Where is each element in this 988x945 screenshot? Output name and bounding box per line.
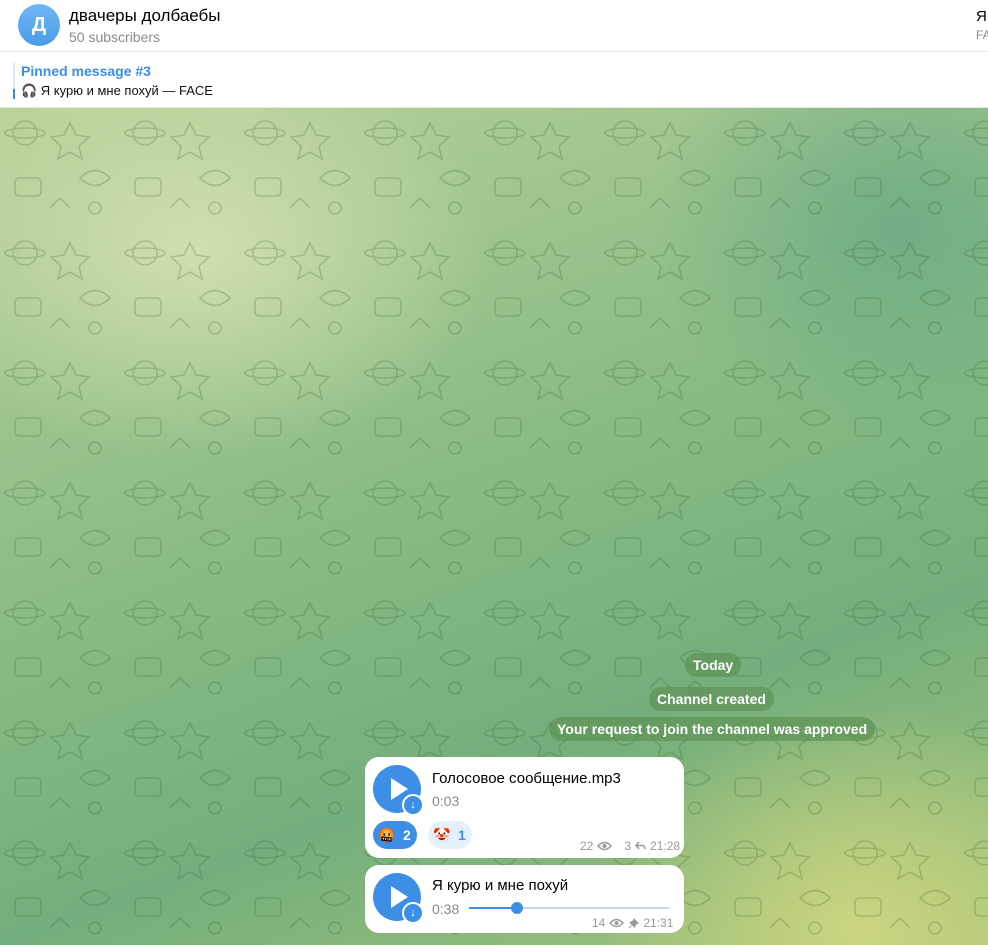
service-join-approved: Your request to join the channel was app… — [549, 717, 876, 741]
download-icon[interactable]: ↓ — [402, 794, 424, 816]
reaction-angry[interactable]: 🤬 2 — [373, 821, 417, 849]
eye-icon — [609, 918, 625, 928]
clown-face-icon: 🤡 — [433, 826, 451, 843]
message-bubble[interactable]: ↓ Я курю и мне похуй 0:38 14 21:31 — [365, 865, 684, 933]
eye-icon — [597, 841, 613, 851]
pin-icon — [629, 917, 640, 928]
reply-icon — [635, 841, 646, 850]
audio-duration: 0:38 — [432, 901, 460, 917]
audio-progress-thumb[interactable] — [511, 902, 523, 914]
service-channel-created: Channel created — [649, 687, 774, 711]
audio-progress-fill — [469, 907, 517, 909]
message-meta: 14 21:31 — [592, 916, 673, 930]
channel-avatar[interactable]: Д — [18, 4, 60, 46]
pinned-title: Pinned message #3 — [21, 63, 151, 79]
message-time: 21:31 — [643, 916, 674, 930]
view-count: 14 — [592, 916, 606, 930]
audio-title: Я курю и мне похуй — [432, 877, 569, 894]
message-meta: 22 3 21:28 — [580, 839, 680, 853]
reaction-clown[interactable]: 🤡 1 — [428, 821, 472, 849]
pinned-indicator — [13, 63, 15, 99]
side-panel-subtitle: FA — [976, 28, 988, 42]
download-icon[interactable]: ↓ — [402, 902, 424, 924]
date-badge: Today — [685, 653, 742, 677]
reaction-count: 2 — [403, 827, 411, 843]
reaction-count: 1 — [458, 827, 466, 843]
message-time: 21:28 — [650, 839, 681, 853]
chat-header[interactable]: Д двачеры долбаебы 50 subscribers Я FA — [0, 0, 988, 52]
audio-duration: 0:03 — [432, 793, 460, 809]
subscriber-count: 50 subscribers — [69, 29, 161, 45]
pinned-message-bar[interactable]: Pinned message #3 🎧 Я курю и мне похуй —… — [0, 52, 988, 108]
pinned-text: 🎧 Я курю и мне похуй — FACE — [21, 83, 213, 99]
angry-face-icon: 🤬 — [378, 826, 396, 843]
view-count: 22 — [580, 839, 594, 853]
audio-progress-track[interactable] — [469, 907, 669, 909]
audio-title: Голосовое сообщение.mp3 — [432, 770, 621, 787]
message-bubble[interactable]: ↓ Голосовое сообщение.mp3 0:03 🤬 2 🤡 1 2… — [365, 757, 684, 858]
pinned-text-label: 🎧 Я курю и мне похуй — FACE — [21, 83, 213, 98]
reply-count: 3 — [624, 839, 632, 853]
chat-area[interactable]: Today Channel created Your request to jo… — [0, 108, 988, 945]
channel-title: двачеры долбаебы — [69, 6, 221, 25]
side-panel-title[interactable]: Я — [976, 8, 987, 25]
